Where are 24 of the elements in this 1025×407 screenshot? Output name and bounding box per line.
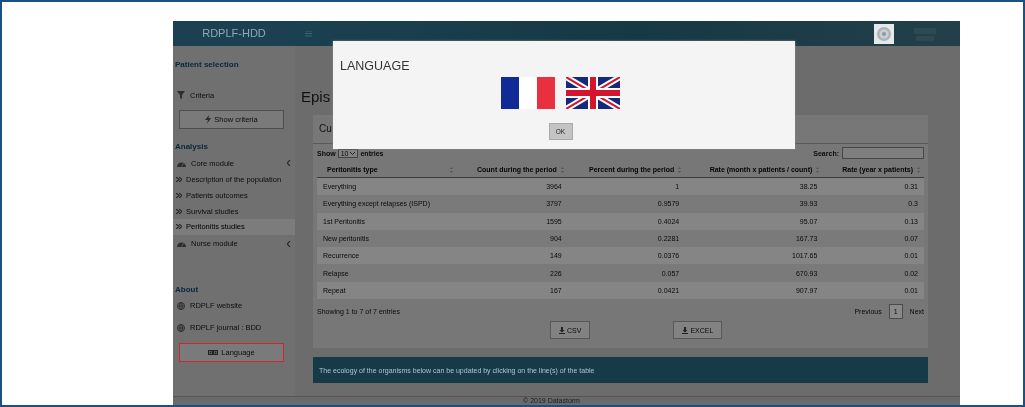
download-icon — [682, 326, 689, 334]
language-icon — [208, 349, 219, 355]
caret-icon — [350, 151, 356, 155]
double-chevron-icon — [176, 224, 182, 230]
globe-icon — [177, 323, 185, 332]
section-heading: Analysis — [174, 141, 209, 153]
uk-flag-icon[interactable] — [566, 77, 620, 109]
double-chevron-icon — [176, 208, 182, 214]
download-icon — [559, 326, 565, 334]
double-chevron-icon — [176, 193, 182, 199]
search-field[interactable] — [842, 147, 924, 159]
page-title: Epis — [301, 87, 331, 107]
dialog-title: LANGUAGE — [340, 59, 411, 73]
gauge-icon — [177, 240, 186, 248]
section-heading: Patient selection — [174, 59, 240, 71]
bolt-icon — [205, 115, 212, 124]
section-heading: About — [174, 283, 200, 296]
filter-icon — [177, 91, 185, 99]
france-flag-icon[interactable] — [501, 77, 555, 109]
chevron-left-icon — [287, 160, 291, 166]
double-chevron-icon — [176, 177, 182, 183]
globe-icon — [177, 301, 185, 310]
seal-logo-icon — [874, 23, 894, 44]
chevron-left-icon — [287, 240, 291, 247]
